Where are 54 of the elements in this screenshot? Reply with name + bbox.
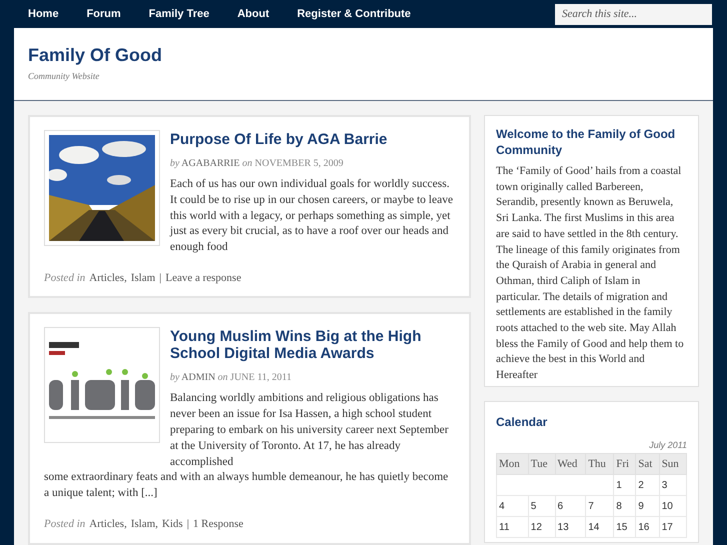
category-link[interactable]: Articles,: [89, 270, 127, 286]
post-excerpt: Each of us has our own individual goals for worldly success. It could be to rise up in our chosen careers, or maybe to leave this world with a legacy, or perhaps something as simple, yet just as every bit crucial, as to have a roof over our heads and enough food: [170, 177, 454, 256]
weekday-header: Sat: [636, 454, 660, 475]
widget-title: Calendar: [496, 414, 548, 431]
post-meta: by AGABARRIE on NOVEMBER 5, 2009: [170, 157, 344, 171]
separator: |: [159, 270, 162, 286]
calendar-day: 9: [636, 496, 660, 517]
search-field[interactable]: Search this site...: [555, 4, 712, 24]
posted-in-label: Posted in: [44, 517, 86, 532]
post-excerpt: some extraordinary feats and with an always humble demeanour, he has quietly become a unique talent; with [...]: [44, 470, 450, 502]
nav-link[interactable]: Home: [28, 6, 59, 22]
calendar-day: 7: [586, 496, 614, 517]
nav-link[interactable]: Register & Contribute: [297, 6, 411, 22]
calendar-day: 16: [636, 516, 660, 538]
calendar-day: 5: [528, 496, 556, 517]
weekday-header: Sun: [659, 454, 686, 475]
responses-link[interactable]: 1 Response: [193, 516, 244, 533]
weekday-header: Tue: [528, 454, 556, 475]
category-link[interactable]: Kids: [162, 516, 183, 533]
site-title[interactable]: Family Of Good: [28, 44, 699, 66]
responses-link[interactable]: Leave a response: [165, 270, 242, 286]
post-excerpt: Balancing worldly ambitions and religious obligations has never been an issue for Isa Hassen, a high school student preparing to embark on his university career next September at the University of Toronto. At 17, he has already accomplished: [170, 391, 450, 470]
category-link[interactable]: Islam: [130, 270, 156, 286]
calendar-day: 10: [659, 496, 686, 517]
calendar-day: 6: [555, 496, 586, 517]
separator: |: [186, 517, 190, 532]
widget-title: Welcome to the Family of Good Community: [496, 126, 676, 158]
calendar-day: 2: [636, 474, 660, 496]
category-link[interactable]: Islam,: [130, 516, 158, 533]
calendar-day: 17: [659, 516, 686, 538]
post-meta: by ADMIN on JUNE 11, 2011: [170, 371, 292, 386]
calendar-day: 13: [555, 516, 586, 538]
calendar-day: 8: [614, 496, 636, 517]
weekday-header: Fri: [614, 454, 636, 475]
nav-link[interactable]: Family Tree: [148, 6, 210, 22]
calendar-day: 4: [496, 496, 528, 517]
calendar-day: 3: [659, 474, 686, 496]
post-title[interactable]: Purpose Of Life by AGA Barrie: [170, 131, 455, 148]
nav-link[interactable]: About: [237, 6, 270, 22]
weekday-header: Mon: [496, 454, 528, 475]
calendar-day: 1: [614, 474, 636, 496]
post-title[interactable]: Young Muslim Wins Big at the High School Digital Media Awards: [170, 328, 455, 362]
weekday-header: Thu: [586, 454, 614, 475]
category-link[interactable]: Articles,: [89, 516, 127, 533]
posted-in-label: Posted in: [44, 270, 86, 286]
nav-link[interactable]: Forum: [86, 6, 121, 22]
welcome-text: The ‘Family of Good’ hails from a coastal town originally called Barbereen, Serandib, presently known as Beruwela, Sri Lanka. The first Muslims in this area are said to have settled in the 8th century. The lineage of this family originates from the Quraish of Arabia in general and Othman, third Caliph of Islam in particular. The details of migration and settlements are established in the family roots attached to the web site. May Allah bless the Family of Good and help them to achieve the best in this World and Hereafter: [496, 164, 685, 384]
calendar-caption: July 2011: [649, 438, 687, 452]
calendar-day: 14: [586, 516, 614, 538]
calendar-day: 15: [614, 516, 636, 538]
calendar-day: 11: [496, 516, 528, 538]
weekday-header: Wed: [555, 454, 586, 475]
calendar-day: 12: [528, 516, 556, 538]
site-tagline: Community Website: [28, 70, 100, 83]
